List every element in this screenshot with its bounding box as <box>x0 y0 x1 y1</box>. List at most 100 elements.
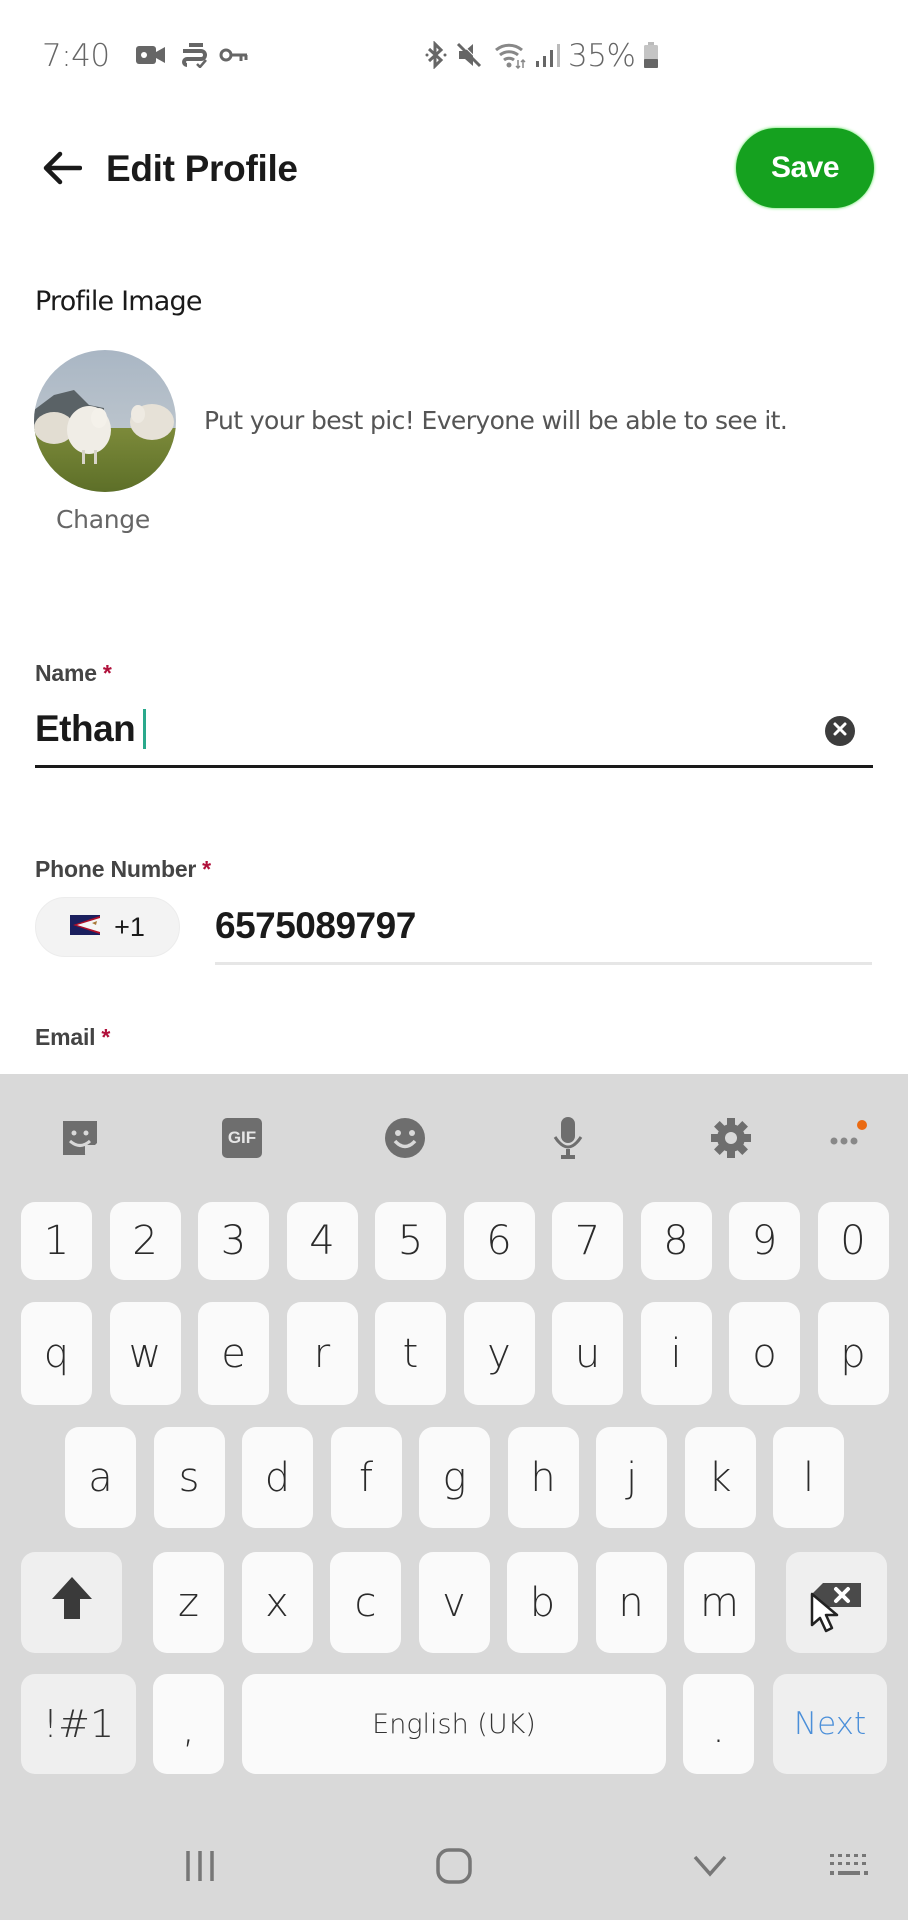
key-m[interactable]: m <box>684 1552 755 1653</box>
key-b[interactable]: b <box>507 1552 578 1653</box>
key-x-label: x <box>265 1579 289 1626</box>
key-u[interactable]: u <box>552 1302 623 1405</box>
settings-gear-icon[interactable] <box>708 1115 754 1161</box>
back-button[interactable] <box>40 148 84 192</box>
symbols-key[interactable]: !#1 <box>21 1674 136 1774</box>
key-2[interactable]: 2 <box>109 1202 181 1280</box>
key-3-label: 3 <box>220 1218 247 1264</box>
backspace-icon <box>807 1573 867 1633</box>
key-x[interactable]: x <box>241 1552 313 1653</box>
key-5-label: 5 <box>397 1218 424 1264</box>
key-l[interactable]: l <box>773 1427 844 1528</box>
key-k-label: k <box>708 1454 732 1501</box>
key-0[interactable]: 0 <box>817 1202 889 1280</box>
space-key[interactable]: English (UK) <box>242 1674 666 1774</box>
name-input[interactable]: Ethan <box>35 708 147 750</box>
emoji-icon[interactable] <box>382 1115 428 1161</box>
mute-icon <box>454 40 484 70</box>
key-c[interactable]: c <box>330 1552 401 1653</box>
key-g[interactable]: g <box>419 1427 490 1528</box>
key-j-label: j <box>625 1454 638 1501</box>
clear-circle-icon <box>833 722 847 741</box>
key-1-label: 1 <box>43 1218 70 1264</box>
key-h[interactable]: h <box>507 1427 579 1528</box>
key-f-label: f <box>358 1454 374 1501</box>
key-z-label: z <box>178 1579 199 1626</box>
key-o[interactable]: o <box>729 1302 800 1405</box>
home-icon[interactable] <box>432 1846 476 1886</box>
backspace-key[interactable] <box>786 1552 887 1653</box>
key-9-label: 9 <box>751 1218 778 1264</box>
phone-input[interactable]: 6575089797 <box>215 905 416 947</box>
name-label-text: Name <box>35 660 97 686</box>
key-r[interactable]: r <box>286 1302 358 1405</box>
mouse-pointer-icon <box>810 1592 838 1632</box>
key-8[interactable]: 8 <box>640 1202 712 1280</box>
avatar[interactable] <box>34 350 176 492</box>
key-l-label: l <box>802 1454 815 1501</box>
key-6[interactable]: 6 <box>463 1202 535 1280</box>
key-k[interactable]: k <box>684 1427 756 1528</box>
keyboard-switch-icon[interactable] <box>826 1846 872 1886</box>
gif-icon[interactable]: GIF <box>219 1115 265 1161</box>
key-v-label: v <box>442 1579 466 1626</box>
period-key[interactable]: . <box>683 1674 754 1774</box>
next-key[interactable]: Next <box>773 1674 887 1774</box>
comma-key[interactable]: , <box>153 1674 224 1774</box>
key-j[interactable]: j <box>596 1427 667 1528</box>
key-q-label: q <box>43 1330 70 1377</box>
key-a[interactable]: a <box>65 1427 136 1528</box>
key-q[interactable]: q <box>21 1302 92 1405</box>
microphone-icon[interactable] <box>545 1115 591 1161</box>
gif-icon-label: GIF <box>222 1118 262 1158</box>
key-e[interactable]: e <box>198 1302 269 1405</box>
status-time: 7:40 <box>42 38 110 74</box>
key-d-label: d <box>264 1454 291 1501</box>
key-z[interactable]: z <box>153 1552 224 1653</box>
comma-key-label: , <box>182 1706 195 1752</box>
key-1[interactable]: 1 <box>21 1202 92 1280</box>
key-4[interactable]: 4 <box>286 1202 358 1280</box>
battery-icon <box>640 40 662 70</box>
key-f[interactable]: f <box>330 1427 402 1528</box>
bluetooth-icon <box>422 40 450 70</box>
key-8-label: 8 <box>663 1218 689 1264</box>
key-i[interactable]: i <box>640 1302 712 1405</box>
key-w[interactable]: w <box>109 1302 181 1405</box>
sticker-icon[interactable] <box>57 1115 103 1161</box>
name-field[interactable]: Ethan <box>35 702 873 768</box>
key-5[interactable]: 5 <box>375 1202 446 1280</box>
country-code: +1 <box>114 911 145 942</box>
clear-name-button[interactable] <box>825 716 855 746</box>
video-recording-icon <box>134 40 168 70</box>
key-t[interactable]: t <box>375 1302 446 1405</box>
key-7[interactable]: 7 <box>552 1202 623 1280</box>
country-code-selector[interactable]: +1 <box>35 897 180 957</box>
period-key-label: . <box>712 1706 725 1752</box>
next-key-label: Next <box>793 1706 867 1742</box>
symbols-key-label: !#1 <box>42 1702 115 1746</box>
key-9[interactable]: 9 <box>729 1202 800 1280</box>
more-options-icon[interactable] <box>826 1115 872 1161</box>
text-caret <box>143 709 147 749</box>
key-y[interactable]: y <box>463 1302 535 1405</box>
signal-icon <box>532 40 562 70</box>
shift-key[interactable] <box>21 1552 122 1653</box>
key-p[interactable]: p <box>817 1302 889 1405</box>
key-v[interactable]: v <box>418 1552 490 1653</box>
key-d[interactable]: d <box>242 1427 313 1528</box>
key-3[interactable]: 3 <box>198 1202 269 1280</box>
key-s[interactable]: s <box>153 1427 225 1528</box>
recent-apps-icon[interactable] <box>180 1846 220 1886</box>
key-b-label: b <box>529 1579 556 1626</box>
key-o-label: o <box>752 1330 777 1377</box>
key-a-label: a <box>88 1454 113 1501</box>
hide-keyboard-icon[interactable] <box>690 1846 730 1886</box>
save-button[interactable]: Save <box>736 128 874 208</box>
key-n[interactable]: n <box>595 1552 667 1653</box>
key-n-label: n <box>618 1579 644 1626</box>
key-i-label: i <box>670 1330 682 1377</box>
key-c-label: c <box>354 1579 377 1626</box>
key-h-label: h <box>530 1454 556 1501</box>
change-photo-link[interactable]: Change <box>56 505 150 534</box>
